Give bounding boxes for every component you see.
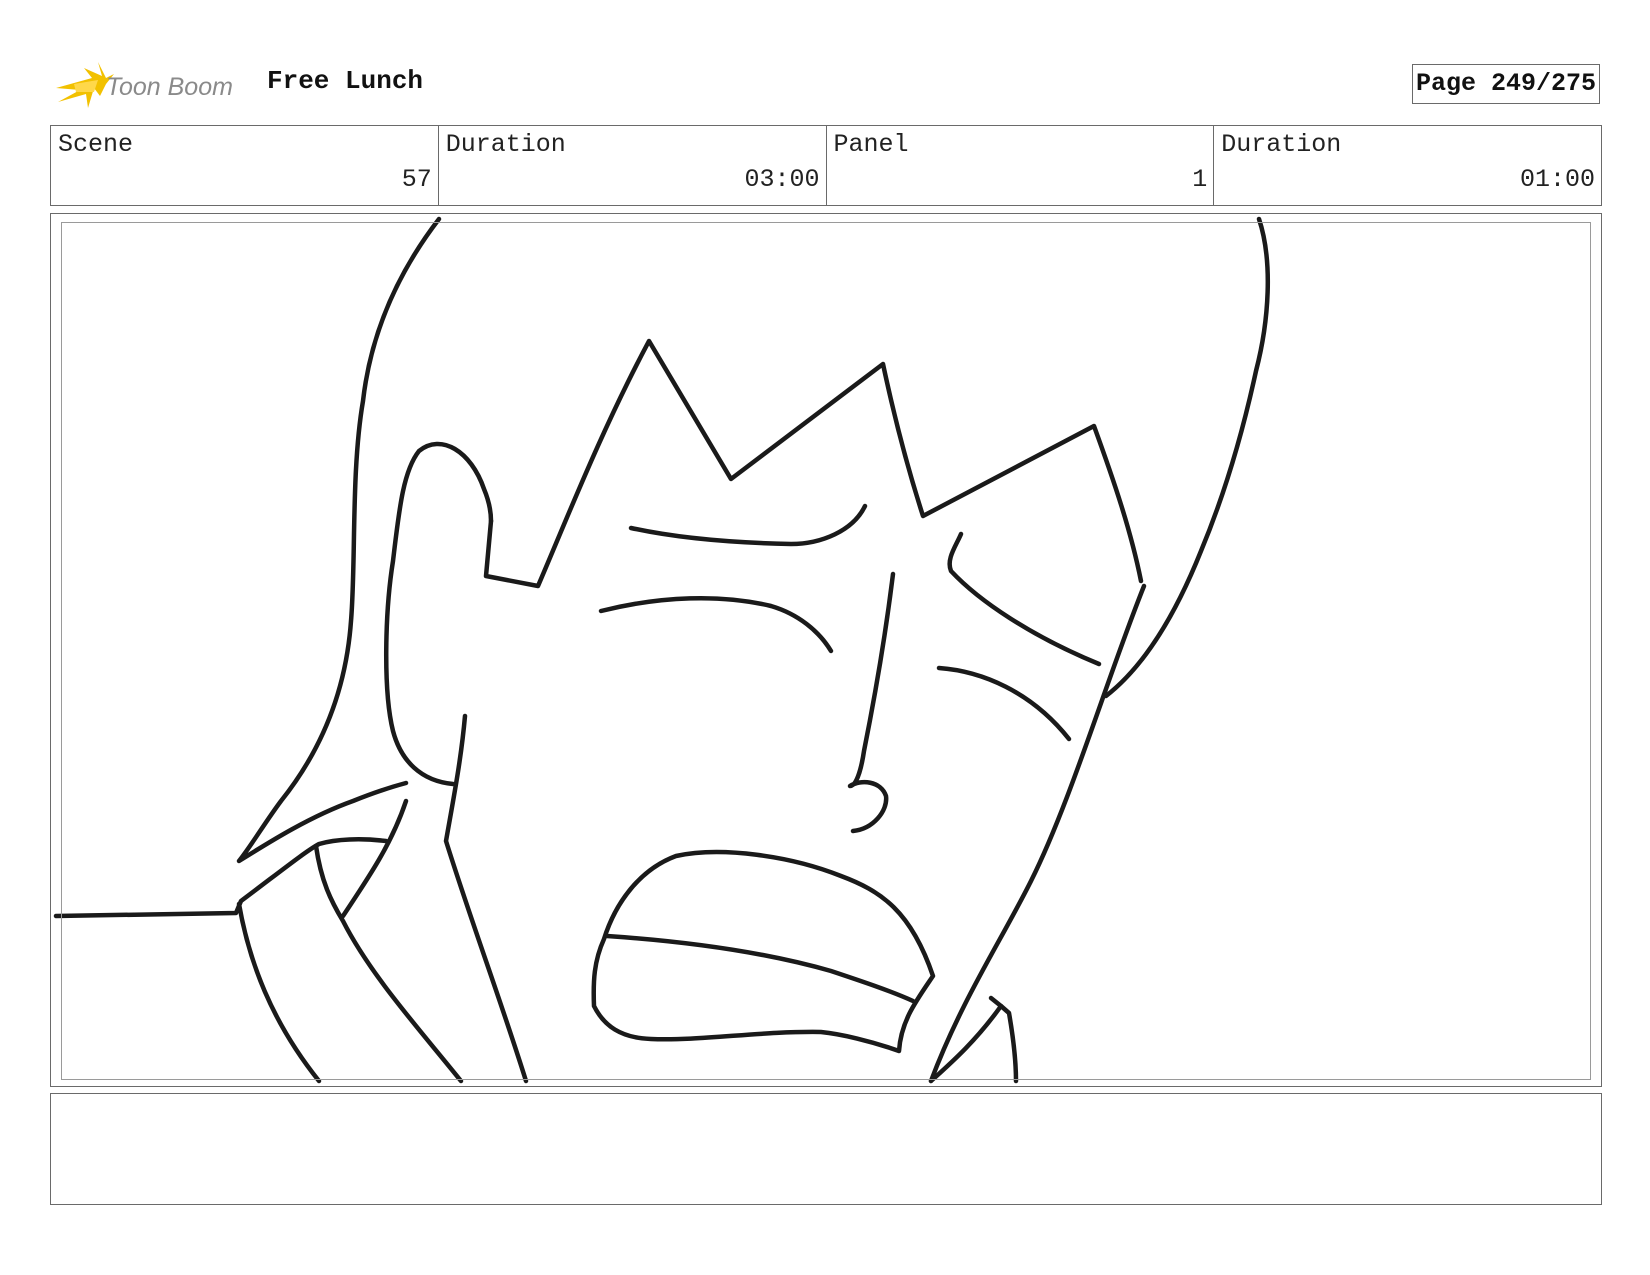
scene-duration-label: Duration [445, 130, 566, 159]
logo-wordmark: Toon Boom [106, 73, 233, 101]
ear-outline [384, 441, 494, 787]
nose-line [847, 571, 896, 834]
panel-image-frame [50, 213, 1602, 1087]
panel-cell: Panel 1 [825, 126, 1214, 205]
collar-right-top [988, 995, 1004, 1009]
panel-drawing [53, 216, 1271, 1084]
scene-cell: Scene 57 [51, 126, 438, 205]
panel-label: Panel [833, 130, 909, 159]
mouth-outline [591, 849, 936, 1054]
scene-duration-value: 03:00 [744, 165, 820, 194]
scene-label: Scene [58, 130, 134, 159]
spiky-hairline [483, 338, 1144, 589]
right-eyebrow [947, 531, 1102, 667]
panel-info-table: Scene 57 Duration 03:00 Panel 1 Duration… [50, 125, 1602, 206]
project-title: Free Lunch [267, 66, 424, 96]
caption-box[interactable] [50, 1093, 1602, 1205]
collar-right [928, 1003, 1019, 1084]
collar-left-inner [236, 901, 322, 1084]
panel-number: 1 [1192, 165, 1208, 194]
collar-left [53, 837, 389, 919]
panel-duration-value: 01:00 [1519, 165, 1595, 194]
page-indicator: Page 249/275 [1412, 64, 1600, 104]
right-eye-closed [936, 665, 1072, 742]
left-eye-closed [598, 595, 834, 654]
face-left-cheek [443, 713, 529, 1084]
panel-duration-label: Duration [1221, 130, 1342, 159]
toon-boom-logo: Toon Boom [56, 62, 233, 108]
panel-duration-cell: Duration 01:00 [1213, 126, 1601, 205]
left-eyebrow [628, 503, 868, 547]
face-right-side [928, 583, 1147, 1084]
teeth-line [604, 933, 916, 1004]
collar-left-fold [313, 843, 464, 1084]
scene-number: 57 [401, 165, 432, 194]
neck-line-left [340, 798, 409, 919]
scene-duration-cell: Duration 03:00 [437, 126, 826, 205]
